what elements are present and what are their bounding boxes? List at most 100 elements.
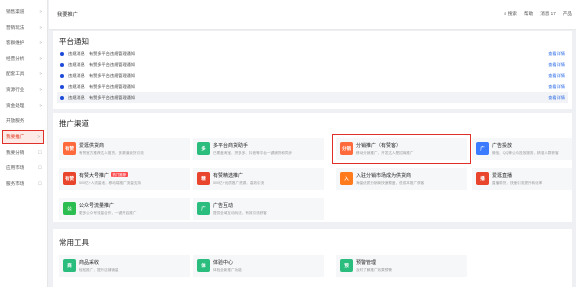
channel-logo-icon: 公 [63, 202, 76, 215]
external-link-icon: ☐ [37, 165, 42, 171]
sidebar-item-label: 开放服务 [6, 118, 25, 124]
card-desc: 轻松推广，提升店铺销量 [79, 267, 119, 272]
tools-panel: 常用工具 商 商品采收 轻松推广，提升店铺销量 体 体验中心 体验全新推广功能 … [53, 229, 572, 287]
tool-card[interactable]: 商 商品采收 轻松推广，提升店铺销量 [59, 255, 190, 277]
card-desc: 移动分销推广，开发达人是招商推广 [356, 150, 414, 155]
chevron-right-icon: > [39, 102, 42, 108]
card-title: 爱逛直播 [492, 173, 513, 179]
sidebar-item-tools[interactable]: 配套工具 > [0, 66, 47, 82]
help-link[interactable]: 帮助 [524, 11, 533, 17]
card-desc: 微信、QQ等公众投放服务，精准人群获客 [492, 150, 559, 155]
sidebar-item-analysis[interactable]: 经营分析 > [0, 51, 47, 67]
notice-row[interactable]: 违规消息 有赞多平台违规管理通知 查看详情 [57, 92, 568, 103]
external-link-icon: ☐ [37, 180, 42, 186]
panel-title: 平台通知 [59, 37, 89, 46]
card-desc: 及时了解推广效果预警 [356, 267, 392, 272]
notice-detail-link[interactable]: 查看详情 [548, 48, 565, 59]
card-desc: 有赞官方推荐达人推货，多渠道卖货引流 [79, 150, 144, 155]
info-dot-icon [60, 84, 64, 89]
search-button[interactable]: ⌕ 搜索 [504, 11, 517, 17]
sidebar-item-label: 资金处理 [6, 102, 25, 108]
sidebar-item-app-market[interactable]: 应用市场 ☐ [0, 160, 47, 176]
card-title: 商品采收 [79, 260, 100, 266]
top-actions: ⌕ 搜索 帮助 消息 17 产品 [504, 11, 572, 17]
sidebar-item-label: 我要分销 [6, 149, 25, 155]
chevron-right-icon: > [39, 71, 42, 77]
sidebar-item-industry[interactable]: 资源行业 > [0, 82, 47, 98]
channel-logo-icon: 广 [476, 142, 489, 155]
card-title: 有赞大号推广 热门推荐 [79, 172, 128, 179]
card-title: 有赞精选推广 [213, 173, 244, 179]
sidebar-item-customers[interactable]: 客群维护 > [0, 35, 47, 51]
channels-panel: 推广渠道 有赞 爱逛供货商 有赞官方推荐达人推货，多渠道卖货引流 多 多平台商货… [53, 113, 572, 222]
channel-card[interactable]: 多 多平台商货助手 已覆盖淘宝、拼多多、抖音等平台一键铺货和同步 [193, 138, 324, 160]
notices-panel: 平台通知 违规消息 有赞多平台违规管理通知 查看详情 违规消息 有赞多平台违规管理… [53, 31, 572, 109]
channel-card-distribution[interactable]: 分销 分销推广（有赞客） 移动分销推广，开发达人是招商推广 [332, 134, 471, 164]
product-menu[interactable]: 产品 [563, 11, 572, 17]
card-desc: 500亿+优质推广资源，高效引流 [213, 180, 265, 185]
card-title: 预警管理 [356, 260, 377, 266]
info-dot-icon [60, 62, 64, 67]
chevron-right-icon: > [39, 24, 42, 30]
notice-detail-link[interactable]: 查看详情 [548, 81, 565, 92]
tool-logo-icon: 商 [63, 259, 76, 272]
tool-card[interactable]: 体 体验中心 体验全新推广功能 [193, 255, 324, 277]
sidebar-item-open-service[interactable]: 开放服务 [0, 113, 47, 129]
channel-logo-icon: 有赞 [63, 172, 76, 185]
chevron-right-icon: > [39, 40, 42, 46]
notice-row[interactable]: 违规消息 有赞多平台违规管理通知 查看详情 [57, 59, 568, 70]
info-dot-icon [60, 95, 64, 100]
channel-logo-icon: 多 [197, 142, 210, 155]
sidebar-item-label: 服务市场 [6, 180, 25, 186]
channel-logo-icon: 广 [197, 202, 210, 215]
notice-row[interactable]: 违规消息 有赞多平台违规管理通知 查看详情 [57, 48, 568, 59]
channel-card[interactable]: 广 广告互动 提供全域互动玩法，有效引流获客 [193, 198, 324, 220]
channel-logo-icon: 有赞 [63, 142, 76, 155]
info-dot-icon [60, 51, 64, 56]
search-icon: ⌕ [503, 11, 507, 16]
channel-logo-icon: 播 [476, 172, 489, 185]
tool-logo-icon: 预 [340, 259, 353, 272]
panel-title: 常用工具 [59, 238, 89, 247]
chevron-right-icon: > [39, 9, 42, 14]
sidebar-item-label: 应用市场 [6, 165, 25, 171]
notice-text: 违规消息 有赞多平台违规管理通知 [68, 62, 136, 67]
sidebar-item-funds[interactable]: 资金处理 > [0, 98, 47, 114]
sidebar-item-label: 配套工具 [6, 71, 25, 77]
channel-card[interactable]: 有赞 有赞大号推广 热门推荐 500亿+人流量池，移动端推广流量支持 [59, 168, 190, 190]
notice-detail-link[interactable]: 查看详情 [548, 92, 565, 103]
sidebar-item-marketing[interactable]: 营销玩法 > [0, 20, 47, 36]
breadcrumb: 我要推广 [57, 12, 78, 18]
channel-card[interactable]: 入 入驻分销市场成为供货商 海量优质分销商快速覆盖，低成本推广获客 [336, 168, 467, 190]
tool-card[interactable]: 预 预警管理 及时了解推广效果预警 [336, 255, 467, 277]
channel-card[interactable]: 有赞 爱逛供货商 有赞官方推荐达人推货，多渠道卖货引流 [59, 138, 190, 160]
sidebar-item-service-market[interactable]: 服务市场 ☐ [0, 176, 47, 192]
search-label: 搜索 [507, 11, 518, 16]
tool-logo-icon: 体 [197, 259, 210, 272]
notice-detail-link[interactable]: 查看详情 [548, 70, 565, 81]
channel-card[interactable]: 公 公众号流量推广 更多公众号流量合作，一键开启推广 [59, 198, 190, 220]
sidebar-item-label: 经营分析 [6, 55, 25, 61]
sidebar-item-sales-channel[interactable]: 销售渠道 > [0, 4, 47, 20]
messages-link[interactable]: 消息 17 [540, 11, 556, 17]
notice-detail-link[interactable]: 查看详情 [548, 59, 565, 70]
notice-text: 违规消息 有赞多平台违规管理通知 [68, 73, 136, 78]
channel-card[interactable]: 广 广告投放 微信、QQ等公众投放服务，精准人群获客 [472, 138, 572, 160]
channel-card[interactable]: 精 有赞精选推广 500亿+优质推广资源，高效引流 [193, 168, 324, 190]
card-title: 入驻分销市场成为供货商 [356, 173, 412, 179]
sidebar-item-promote[interactable]: 我要推广 > [2, 129, 44, 144]
notice-row[interactable]: 违规消息 有赞多平台违规管理通知 查看详情 [57, 81, 568, 92]
external-link-icon: ☐ [37, 149, 42, 155]
card-title: 分销推广（有赞客） [356, 143, 402, 149]
card-desc: 提供全域互动玩法，有效引流获客 [213, 210, 267, 215]
card-desc: 直播带货，快速引流提升转化率 [492, 180, 543, 185]
sidebar-item-label: 营销玩法 [6, 24, 25, 30]
notice-row[interactable]: 违规消息 有赞多平台违规管理通知 查看详情 [57, 70, 568, 81]
card-title: 公众号流量推广 [79, 203, 115, 209]
sidebar-item-distribution[interactable]: 我要分销 ☐ [0, 145, 47, 161]
channel-logo-icon: 入 [340, 172, 353, 185]
info-dot-icon [60, 73, 64, 78]
card-title-text: 有赞大号推广 [79, 173, 110, 179]
channel-card[interactable]: 播 爱逛直播 直播带货，快速引流提升转化率 [472, 168, 572, 190]
panel-title: 推广渠道 [59, 119, 89, 128]
